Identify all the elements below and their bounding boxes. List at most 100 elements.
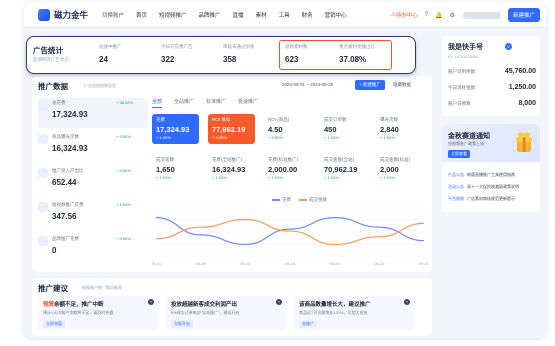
left-metric-tile[interactable]: 短视频推广花费 347.56 + 1.59% (38, 200, 148, 230)
help-icon[interactable]: ? (425, 12, 428, 18)
suggestion-action-button[interactable]: 立即充值 (43, 320, 65, 328)
suggestion-action-button[interactable]: 去推广 (299, 320, 317, 328)
date-range-picker[interactable]: 2024-09-01 ~ 2024-09-30 (282, 82, 333, 87)
suggestion-heading: 预算余额不足，推广中断 (43, 300, 104, 308)
suggestion-card[interactable]: 预算余额不足，推广中断 预计1天内账户余额将不足，请及时充值 立即充值 × (38, 296, 158, 330)
left-metric-change: + 98.08% (116, 100, 134, 105)
tab-express[interactable]: 极速推广 (238, 98, 258, 108)
x-tick-label: 09-25 (374, 261, 385, 266)
ad-stat[interactable]: 今日可花费广告 322 (161, 44, 193, 64)
app-frame: 磁力金牛 切换账户 首页 短视频推广 品牌推广 直播 素材 工具 财务 营销中心… (24, 2, 546, 338)
nav-item-brand[interactable]: 品牌推广 (199, 11, 221, 19)
notice-line[interactable]: 产品公告 新版直播推广工具使用指南 (448, 172, 515, 178)
metric-cell[interactable]: 成交金额(全站) 70,962.19 + 1.20% (320, 154, 367, 184)
metric-value: 4.50 (268, 125, 283, 134)
switch-account-button[interactable]: 切换账户 (102, 11, 130, 19)
notice-line-text: 广告素材审核规范更新提示 (467, 196, 515, 201)
close-icon[interactable]: × (148, 299, 154, 305)
nav-item-material[interactable]: 素材 (256, 11, 267, 19)
tab-all[interactable]: 全部 (152, 98, 163, 108)
suggestions-subtitle: 根据账户推广情况推荐 (82, 285, 122, 290)
metric-cell[interactable]: 花费(标准推广) 2,000.00 + 1.20% (264, 154, 311, 184)
left-metric-label: 品牌推广花费 (52, 236, 79, 241)
metric-cell[interactable]: 成交笔数 1,650 + 1.20% (152, 154, 199, 184)
legend-label-spend[interactable]: 花费 (282, 197, 291, 203)
suggestion-card[interactable]: 投放超越新客成交利润产出 6%成交订单来自“全站推广”，建议开启 立即开启 × (166, 296, 286, 330)
metric-cell[interactable]: 成交订单数 450 + 1.20% (320, 114, 367, 144)
today-spend-row: 今日消耗金额 1,250.00 (448, 84, 536, 91)
gear-icon[interactable]: ⚙ (450, 12, 455, 19)
metric-value: 70,962.19 (324, 165, 358, 174)
metric-value: 2,840 (380, 125, 399, 134)
close-icon[interactable]: × (276, 299, 282, 305)
suggestion-card[interactable]: 该商品数量增长大，建议推广 商品近7日访客增长120%，可加大投放 去推广 × (294, 296, 414, 330)
metric-label: ROI 目标 (212, 117, 231, 122)
promo-tabs: 全部 全站推广 标准推广 极速推广 (152, 98, 270, 108)
ad-stat[interactable]: 退款素材数 623 (285, 44, 308, 64)
notice-line[interactable]: 平台规则 广告素材审核规范更新提示 (448, 196, 515, 202)
metric-label: 花费(标准推广) (268, 157, 298, 162)
nav-item-live[interactable]: 直播 (233, 11, 244, 19)
left-metric-value: 17,324.93 (52, 110, 88, 119)
ad-stats-subtitle: 监测所有广告状态 (33, 57, 69, 62)
nav-item-finance[interactable]: 财务 (302, 11, 313, 19)
metric-change: + 1.20% (212, 175, 227, 180)
suggestion-action-button[interactable]: 立即开启 (171, 320, 193, 328)
left-metric-tile[interactable]: 品牌推广花费 0 + 9.50% (38, 234, 148, 264)
x-tick-label: 09-10 (240, 261, 251, 266)
top-nav: 磁力金牛 切换账户 首页 短视频推广 品牌推广 直播 素材 工具 财务 营销中心… (24, 2, 546, 28)
metric-cell[interactable]: 花费(全站推广) 16,324.93 + 1.20% (208, 154, 255, 184)
brand-icon (38, 236, 48, 246)
tab-full-site[interactable]: 全站推广 (174, 98, 194, 108)
nav-item-short-video[interactable]: 短视频推广 (159, 11, 187, 19)
metric-label: 成交订单数 (324, 117, 347, 122)
close-icon[interactable]: × (404, 299, 410, 305)
hide-data-button[interactable]: 隐藏数据 (393, 82, 411, 88)
promo-new-button[interactable]: + 新建推广 (355, 80, 385, 90)
left-metric-change: + 9.50% (116, 236, 131, 241)
left-metric-change: + 9.50% (116, 168, 131, 173)
metric-label: 曝光次数 (380, 117, 398, 122)
left-metric-label: 总花费 (52, 100, 66, 105)
budget-label: 账户日预算 (448, 100, 471, 106)
left-metric-change: + 1.59% (116, 202, 131, 207)
left-metric-tile[interactable]: 总花费 17,324.93 + 98.08% (38, 98, 148, 128)
ad-stat[interactable]: 重点素材完播占比 37.08% (339, 44, 375, 64)
notice-view-button[interactable]: 立即查看 (448, 150, 470, 158)
x-tick-label: 09-15 (285, 261, 296, 266)
ad-stat-label: 投放中推广 (99, 44, 122, 49)
legend-label-gmv[interactable]: 成交金额 (309, 197, 327, 203)
metric-cell[interactable]: 成交金额(标准) 2,000 + 1.20% (376, 154, 423, 184)
todo-link[interactable]: 待办中心 (396, 11, 418, 19)
nav-right: ⚠ 待办中心 ? 🔔 ⚙ 新建推广 (391, 2, 540, 28)
nav-item-home[interactable]: 首页 (136, 11, 147, 19)
account-name[interactable] (462, 11, 501, 19)
metric-cell[interactable]: ROI (商品) 4.50 + 5.50% (264, 114, 311, 144)
metric-change: + 2.28% (212, 135, 227, 140)
metric-cell[interactable]: ROI 目标 77,962.19 + 2.28% (208, 114, 255, 144)
x-tick-label: 09-05 (196, 261, 207, 266)
brand-logo[interactable]: 磁力金牛 (38, 8, 96, 21)
left-metric-tile[interactable]: 推广投入产出比 652.44 + 9.50% (38, 166, 148, 196)
metric-value: 1,650 (156, 165, 175, 174)
ad-stat[interactable]: 审核未通过创意 358 (223, 44, 255, 64)
notice-card: 金秋赛道通知 短视频推广政策上线 立即查看 产品公告 新版直播推广工具使用指南 活… (442, 124, 540, 212)
left-metric-label: 商品曝光次数 (52, 134, 79, 139)
left-metric-tile[interactable]: 商品曝光次数 16,324.93 + 9.50% (38, 132, 148, 162)
metric-label: 花费(全站推广) (212, 157, 242, 162)
bell-icon[interactable]: 🔔 (435, 12, 442, 19)
suggestion-desc: 6%成交订单来自“全站推广”，建议开启 (171, 310, 240, 315)
metric-label: 成交笔数 (156, 157, 174, 162)
nav-item-marketing[interactable]: 营销中心 (325, 11, 347, 19)
chart-legend: 花费 成交金额 (272, 197, 335, 203)
metric-cell[interactable]: 花费 17,324.93 + 1.20% (152, 114, 199, 144)
notice-subtitle: 短视频推广政策上线 (448, 141, 484, 146)
ad-stat[interactable]: 投放中推广 24 (99, 44, 122, 64)
nav-item-tools[interactable]: 工具 (279, 11, 290, 19)
legend-swatch-spend (272, 199, 280, 201)
new-promo-button[interactable]: 新建推广 (507, 8, 540, 22)
nav-menu: 首页 短视频推广 品牌推广 直播 素材 工具 财务 营销中心 (136, 11, 359, 19)
notice-line[interactable]: 活动公告 双十一大促投放激励政策说明 (448, 184, 519, 190)
tab-standard[interactable]: 标准推广 (206, 98, 226, 108)
metric-cell[interactable]: 曝光次数 2,840 + 1.50% (376, 114, 423, 144)
